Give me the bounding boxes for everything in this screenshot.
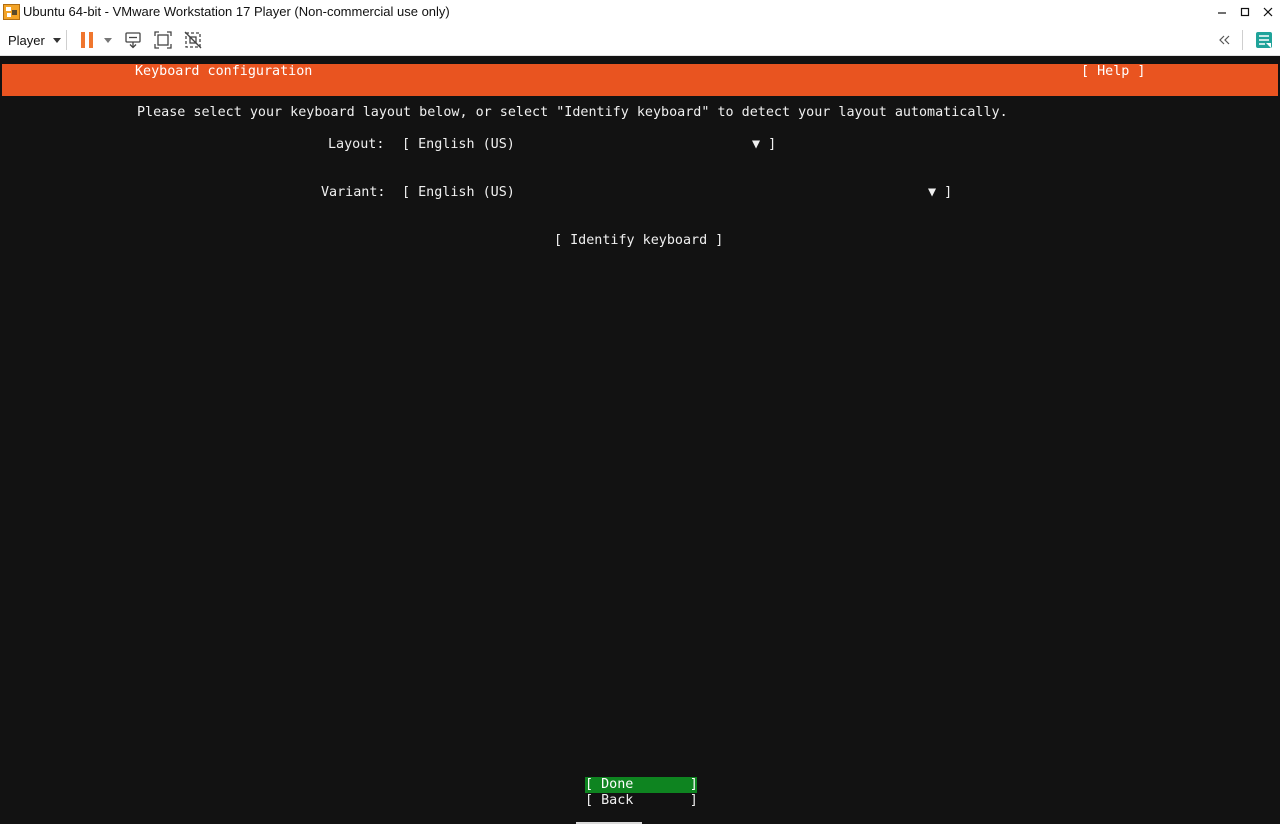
toolbar-separator	[66, 30, 67, 50]
unity-icon[interactable]	[182, 28, 204, 52]
close-icon[interactable]	[1258, 2, 1278, 22]
player-menu-button[interactable]: Player	[4, 29, 61, 51]
layout-label: Layout:	[328, 137, 385, 152]
instructions-text: Please select your keyboard layout below…	[137, 105, 1008, 120]
variant-dropdown-arrow-icon[interactable]: ▼ ]	[928, 185, 952, 201]
send-ctrl-alt-del-icon[interactable]	[122, 28, 144, 52]
full-screen-icon[interactable]	[152, 28, 174, 52]
player-toolbar: Player	[0, 24, 1280, 56]
back-button[interactable]: [ Back ]	[585, 793, 698, 809]
page-title: Keyboard configuration	[135, 64, 313, 79]
variant-select[interactable]: [ English (US)	[402, 185, 515, 201]
dropdown-arrow-icon[interactable]	[101, 28, 115, 52]
vm-guest-screen[interactable]: Keyboard configuration [ Help ] Please s…	[0, 56, 1280, 824]
window-title-bar: Ubuntu 64-bit - VMware Workstation 17 Pl…	[0, 0, 1280, 24]
done-button[interactable]: [ Done ]	[585, 777, 698, 793]
help-button[interactable]: [ Help ]	[1081, 64, 1146, 80]
chevron-down-icon	[52, 37, 61, 43]
pause-icon[interactable]	[78, 28, 96, 52]
message-log-icon[interactable]	[1252, 28, 1276, 52]
layout-select[interactable]: [ English (US)	[402, 137, 515, 153]
window-title: Ubuntu 64-bit - VMware Workstation 17 Pl…	[23, 4, 450, 19]
collapse-toolbar-icon[interactable]	[1215, 28, 1235, 52]
layout-dropdown-arrow-icon[interactable]: ▼ ]	[752, 137, 776, 153]
maximize-icon[interactable]	[1235, 2, 1255, 22]
variant-label: Variant:	[321, 185, 386, 200]
player-menu-label: Player	[8, 32, 45, 48]
minimize-icon[interactable]	[1212, 2, 1232, 22]
identify-keyboard-button[interactable]: [ Identify keyboard ]	[554, 233, 723, 249]
toolbar-separator	[1242, 30, 1243, 50]
vmware-player-icon	[3, 4, 20, 20]
